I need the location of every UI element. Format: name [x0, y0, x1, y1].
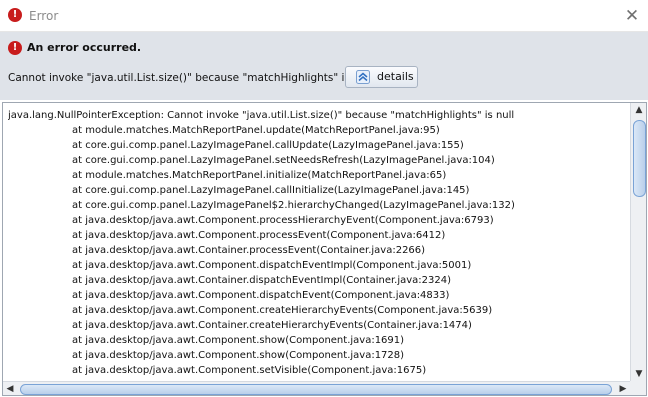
close-icon[interactable]: ✕	[620, 4, 644, 28]
stack-frame-line: at java.desktop/java.awt.Component.dispa…	[72, 260, 472, 271]
horizontal-scrollbar[interactable]: ◀ ▶	[3, 381, 630, 395]
stack-frame-line: at java.desktop/java.awt.Component.proce…	[72, 230, 446, 241]
stack-frame-line: at module.matches.MatchReportPanel.initi…	[72, 170, 447, 181]
stack-frame-line: at java.desktop/java.awt.Container.creat…	[72, 320, 472, 331]
stack-frame-line: at java.desktop/java.awt.Component.creat…	[72, 305, 493, 316]
stack-frame-line: at java.desktop/java.awt.Component.proce…	[72, 215, 494, 226]
stack-trace-pane[interactable]: java.lang.NullPointerException: Cannot i…	[2, 102, 647, 396]
details-button[interactable]: details	[345, 66, 418, 88]
stack-frame-line: at java.desktop/java.awt.Component.show(…	[72, 335, 405, 346]
scroll-up-icon[interactable]: ▲	[631, 103, 646, 117]
stack-frame-line: at core.gui.comp.panel.LazyImagePanel.ca…	[72, 140, 464, 151]
scrollbar-corner	[630, 381, 646, 395]
collapse-up-icon	[356, 70, 370, 84]
scroll-down-icon[interactable]: ▼	[631, 367, 646, 381]
error-title: An error occurred.	[27, 41, 142, 54]
stack-frame-line: at java.desktop/java.awt.Component.setVi…	[72, 365, 427, 376]
stack-frame-line: at module.matches.MatchReportPanel.updat…	[72, 125, 440, 136]
title-bar: ! Error ✕	[0, 0, 648, 32]
vertical-scrollbar[interactable]: ▲ ▼	[630, 103, 646, 381]
scroll-right-icon[interactable]: ▶	[616, 382, 630, 395]
horizontal-scroll-thumb[interactable]	[20, 384, 612, 395]
stack-frame-line: at java.desktop/java.awt.Component.dispa…	[72, 290, 450, 301]
error-header: ! An error occurred. Cannot invoke "java…	[0, 32, 648, 100]
stack-trace-text[interactable]: java.lang.NullPointerException: Cannot i…	[8, 108, 628, 380]
stack-frame-line: at core.gui.comp.panel.LazyImagePanel$2.…	[72, 200, 515, 211]
scroll-left-icon[interactable]: ◀	[3, 382, 17, 395]
stack-frame-line: at java.desktop/java.awt.Component.show(…	[72, 350, 405, 361]
error-icon: !	[8, 41, 22, 55]
stack-frame-line: at core.gui.comp.panel.LazyImagePanel.se…	[72, 155, 495, 166]
stack-frame-line: at core.gui.comp.panel.LazyImagePanel.ca…	[72, 185, 470, 196]
window-title: Error	[29, 9, 59, 23]
stack-frame-line: at java.desktop/java.awt.Container.proce…	[72, 245, 426, 256]
details-button-label: details	[377, 70, 414, 83]
error-message: Cannot invoke "java.util.List.size()" be…	[8, 72, 373, 84]
exception-line: java.lang.NullPointerException: Cannot i…	[8, 110, 515, 121]
error-icon: !	[8, 8, 22, 22]
vertical-scroll-thumb[interactable]	[633, 120, 646, 197]
stack-frame-line: at java.desktop/java.awt.Container.dispa…	[72, 275, 452, 286]
